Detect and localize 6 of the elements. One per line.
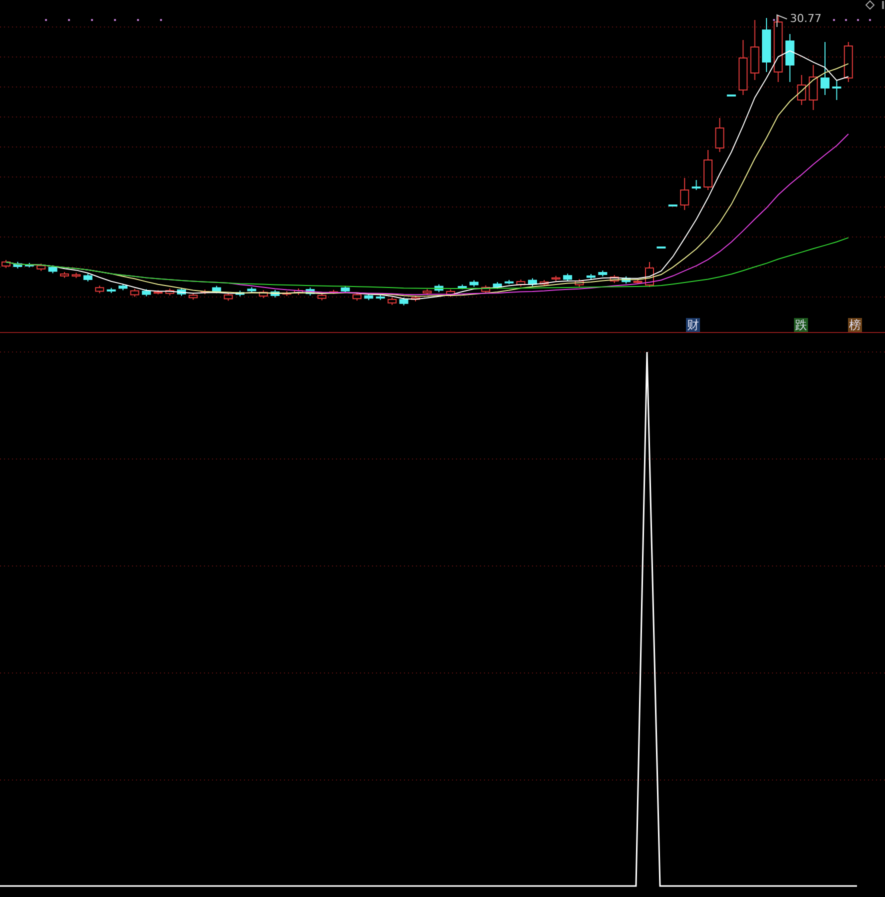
diamond-icon [864,0,884,10]
signal-tag: 财 [686,318,700,332]
leader-line [776,14,788,28]
signal-tag: 榜 [848,318,862,332]
high-price-label: 30.77 [790,12,822,25]
signal-tag: 跌 [794,318,808,332]
